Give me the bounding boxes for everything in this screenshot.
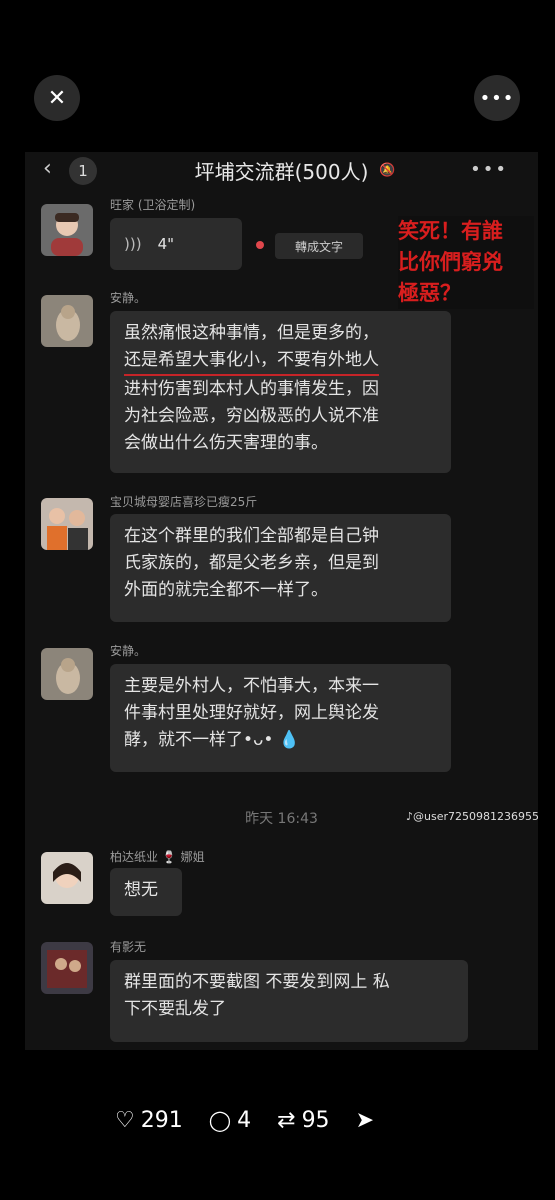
message-line: 进村伤害到本村人的事情发生，因 [124, 379, 379, 399]
tiktok-watermark: ♪@user7250981236955 [406, 810, 539, 823]
overlay-caption: 笑死！有誰 比你們窮兇 極惡？ [398, 216, 534, 309]
share-button[interactable]: ➤ [356, 1108, 374, 1133]
mute-bell-icon: 🔕 [379, 163, 396, 178]
message-line: 主要是外村人，不怕事大，本来一 [124, 676, 379, 696]
voice-wave-icon: ))) [124, 234, 142, 253]
avatar [41, 498, 93, 550]
share-arrow-icon: ➤ [355, 1107, 374, 1133]
message-line: 在这个群里的我们全部都是自己钟 [124, 526, 379, 546]
sender-name: 旺家 (卫浴定制) [110, 198, 196, 212]
message-line: 会做出什么伤天害理的事。 [124, 433, 328, 453]
message-line: 虽然痛恨这种事情，但是更多的， [124, 323, 379, 343]
message-line: 氏家族的，都是父老乡亲，但是到 [124, 553, 379, 573]
sender-name: 柏达纸业 🍷 娜姐 [110, 850, 205, 864]
comment-icon: ◯ [208, 1108, 232, 1132]
chat-header: ‹ 1 坪埔交流群(500人) 🔕 ••• [25, 152, 538, 188]
group-title: 坪埔交流群(500人) [194, 160, 369, 184]
voice-duration: 4" [157, 234, 175, 253]
sender-name: 安静。 [110, 644, 147, 658]
message-line: 为社会险恶，穷凶极恶的人说不准 [124, 406, 379, 426]
sender-name: 安静。 [110, 291, 147, 305]
message-bubble: 主要是外村人，不怕事大，本来一 件事村里处理好就好，网上舆论发 酵，就不一样了•… [110, 664, 451, 772]
repost-button[interactable]: ⇄ 95 [277, 1108, 329, 1133]
message-line: 酵，就不一样了•ᴗ• 💧 [124, 730, 301, 750]
overlay-line: 極惡？ [398, 281, 461, 305]
watermark-username: @user7250981236955 [413, 810, 540, 823]
like-button[interactable]: ♡ 291 [115, 1108, 183, 1133]
like-count: 291 [140, 1107, 183, 1133]
unplayed-dot [256, 241, 264, 249]
message-line: 件事村里处理好就好，网上舆论发 [124, 703, 379, 723]
voice-message[interactable]: ))) 4" [110, 218, 242, 270]
more-options-button[interactable]: ••• [474, 75, 520, 121]
share-count: 95 [301, 1107, 330, 1133]
tiktok-icon: ♪ [406, 810, 414, 823]
message-bubble: 想无 [110, 868, 182, 916]
message-bubble: 虽然痛恨这种事情，但是更多的， 还是希望大事化小，不要有外地人 进村伤害到本村人… [110, 311, 451, 473]
message-line: 外面的就完全都不一样了。 [124, 580, 328, 600]
message-bubble: 在这个群里的我们全部都是自己钟 氏家族的，都是父老乡亲，但是到 外面的就完全都不… [110, 514, 451, 622]
avatar [41, 648, 93, 700]
message-bubble: 群里面的不要截图 不要发到网上 私 下不要乱发了 [110, 960, 468, 1042]
repost-icon: ⇄ [277, 1107, 296, 1133]
heart-icon: ♡ [115, 1107, 135, 1133]
action-bar: ♡ 291 ◯ 4 ⇄ 95 ➤ [115, 1103, 445, 1137]
avatar [41, 295, 93, 347]
sender-name: 有影无 [110, 940, 147, 954]
avatar [41, 852, 93, 904]
message-line: 群里面的不要截图 不要发到网上 私 [124, 972, 390, 992]
message-line: 下不要乱发了 [124, 999, 226, 1019]
close-icon: ✕ [47, 85, 67, 111]
overlay-line: 笑死！有誰 [398, 219, 503, 243]
avatar [41, 204, 93, 256]
overlay-line: 比你們窮兇 [398, 250, 503, 274]
message-line: 想无 [124, 880, 158, 900]
sender-name: 宝贝城母婴店喜珍已瘦25斤 [110, 495, 258, 509]
convert-to-text-button[interactable]: 轉成文字 [275, 233, 363, 259]
comment-button[interactable]: ◯ 4 [209, 1108, 251, 1133]
close-button[interactable]: ✕ [34, 75, 80, 121]
message-line: 还是希望大事化小，不要有外地人 [124, 347, 379, 376]
chat-more-icon: ••• [470, 159, 508, 180]
more-icon: ••• [479, 87, 515, 109]
avatar [41, 942, 93, 994]
comment-count: 4 [237, 1107, 252, 1133]
